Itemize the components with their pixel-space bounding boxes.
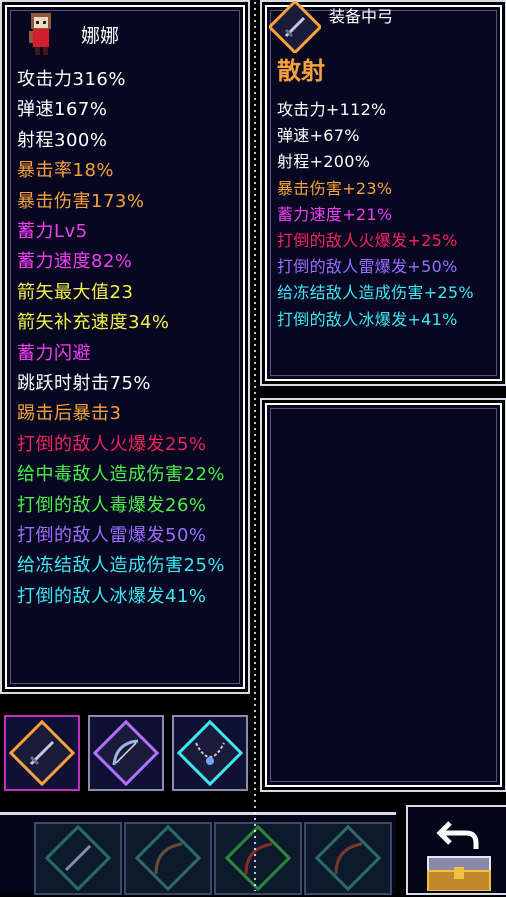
equipment-slot-bow[interactable] bbox=[88, 715, 164, 791]
equipment-slot-accessory[interactable] bbox=[172, 715, 248, 791]
necklace-icon bbox=[176, 719, 244, 787]
treasure-chest-icon[interactable] bbox=[426, 855, 492, 891]
equipped-stat: 打倒的敌人火爆发+25% bbox=[277, 231, 458, 250]
character-stat: 箭矢补充速度34% bbox=[17, 312, 170, 334]
character-stat: 给冻结敌人造成伤害25% bbox=[17, 555, 226, 577]
bow-icon bbox=[134, 824, 202, 892]
panel-divider bbox=[252, 0, 260, 891]
equipped-item-panel: 装备中弓 散射 攻击力+112% 弹速+67% 射程+200% 暴击伤害+23% 蓄力速… bbox=[265, 1, 502, 381]
equipped-stat: 给冻结敌人造成伤害+25% bbox=[277, 283, 474, 303]
side-controls bbox=[406, 805, 506, 895]
character-stat: 暴击伤害173% bbox=[17, 190, 145, 212]
character-stat: 打倒的敌人雷爆发50% bbox=[17, 525, 207, 546]
equipment-slot-weapon[interactable] bbox=[4, 715, 80, 791]
character-stat: 攻击力316% bbox=[17, 69, 126, 90]
character-stat: 蓄力闪避 bbox=[17, 342, 91, 364]
character-stat: 打倒的敌人冰爆发41% bbox=[17, 585, 207, 607]
character-stat: 给中毒敌人造成伤害22% bbox=[17, 464, 226, 486]
sword-icon bbox=[269, 1, 321, 53]
equipped-stat: 蓄力速度+21% bbox=[277, 204, 393, 224]
character-stat: 蓄力Lv5 bbox=[17, 221, 88, 242]
equipped-stat: 攻击力+112% bbox=[277, 100, 387, 119]
character-stat: 暴击率18% bbox=[17, 160, 115, 182]
bow-icon bbox=[314, 824, 382, 892]
sword-icon bbox=[44, 824, 112, 892]
inventory-slot[interactable] bbox=[304, 822, 392, 895]
inventory-slot[interactable] bbox=[124, 822, 212, 895]
character-avatar bbox=[29, 13, 51, 55]
character-stat: 蓄力速度82% bbox=[17, 251, 133, 273]
back-arrow-icon[interactable] bbox=[436, 817, 480, 853]
character-stat: 射程300% bbox=[17, 129, 108, 151]
item-detail-panel bbox=[265, 403, 502, 787]
character-stat: 踢击后暴击3 bbox=[17, 403, 122, 425]
equipped-stat: 打倒的敌人雷爆发+50% bbox=[277, 257, 458, 277]
inventory-slot[interactable] bbox=[34, 822, 122, 895]
bow-icon bbox=[92, 719, 160, 787]
character-stat: 打倒的敌人毒爆发26% bbox=[17, 494, 207, 516]
character-stats-panel: 娜娜 攻击力316% 弹速167% 射程300% 暴击率18% 暴击伤害173% 蓄力Lv… bbox=[5, 5, 245, 689]
character-stat: 弹速167% bbox=[17, 99, 108, 121]
equipped-stat: 弹速+67% bbox=[277, 126, 360, 146]
character-name: 娜娜 bbox=[81, 25, 120, 47]
equipped-stat: 射程+200% bbox=[277, 152, 371, 172]
equipped-stat: 打倒的敌人冰爆发+41% bbox=[277, 309, 458, 329]
equipped-item-title: 散射 bbox=[277, 57, 325, 85]
character-stat: 箭矢最大值23 bbox=[17, 281, 134, 303]
equipped-label: 装备中弓 bbox=[329, 7, 394, 26]
equipped-stat: 暴击伤害+23% bbox=[277, 178, 393, 198]
character-stat: 打倒的敌人火爆发25% bbox=[17, 433, 207, 455]
sword-icon bbox=[8, 719, 76, 787]
character-stat: 跳跃时射击75% bbox=[17, 373, 152, 394]
